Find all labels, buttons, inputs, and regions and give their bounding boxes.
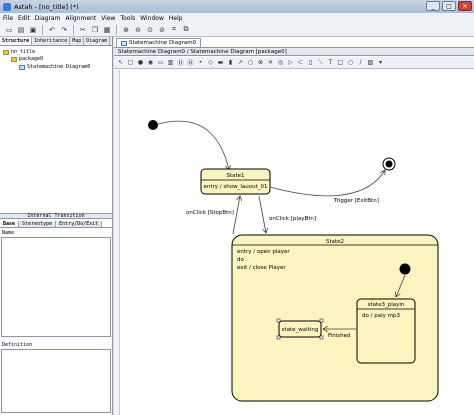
palette-toolbar: ↖ ▢ ● ◉ ▭ ▥ Ⓗ Ⓗ • ◇ ▬ ▮ ↗ ○ ⊗ ✕ ◎ ▷ ⊂ ▯ …	[114, 57, 474, 69]
note-tool-icon[interactable]: ▯	[306, 58, 315, 67]
breadcrumb: Statemachine Diagram0 / Statemachine Dia…	[114, 47, 474, 56]
submachine-tool-icon[interactable]: ▭	[156, 58, 165, 67]
fork-tool-icon[interactable]: ▬	[216, 58, 225, 67]
image-tool-icon[interactable]: ▨	[366, 58, 375, 67]
exit-point-tool-icon[interactable]: ⊗	[256, 58, 265, 67]
toolbar-separator	[73, 24, 74, 35]
title-bar: Astah - [no_title] (*) _ □ ✕	[0, 0, 474, 13]
menu-file[interactable]: File	[3, 15, 13, 22]
tree-diagram[interactable]: Statemachine Diagram0	[19, 64, 90, 70]
definition-field[interactable]	[1, 349, 111, 413]
undo-icon[interactable]: ↶	[47, 25, 57, 35]
menu-view[interactable]: View	[101, 15, 115, 22]
tree-root-label: no_title	[11, 49, 36, 55]
tree-root[interactable]: no_title	[3, 49, 35, 55]
save-icon[interactable]: ▣	[28, 25, 38, 35]
property-tabs: Base Stereotype Entry/Do/Exit	[0, 221, 112, 228]
menu-edit[interactable]: Edit	[18, 15, 30, 22]
zoom-fit-icon[interactable]: ⊙	[145, 25, 155, 35]
tree-package-label: package0	[19, 56, 44, 62]
menu-alignment[interactable]: Alignment	[65, 15, 96, 22]
line-tool-icon[interactable]: /	[356, 58, 365, 67]
copy-icon[interactable]: ❐	[90, 25, 100, 35]
main-toolbar: ▭ ▤ ▣ ↶ ↷ ✂ ❐ ▦ ⊕ ⊖ ⊙ ⊘ ⌗ ⧉	[0, 23, 474, 37]
window-title: Astah - [no_title] (*)	[14, 2, 79, 11]
diagram-tab-label: Statemachine Diagram0	[129, 40, 197, 46]
minimize-button[interactable]: _	[426, 1, 440, 11]
ellipse-tool-icon[interactable]: ○	[346, 58, 355, 67]
deep-history-tool-icon[interactable]: Ⓗ	[186, 58, 195, 67]
zoom-reset-icon[interactable]: ⊘	[157, 25, 167, 35]
diagram-area: Statemachine Diagram0 Statemachine Diagr…	[114, 37, 474, 415]
transition-tool-icon[interactable]: ↗	[236, 58, 245, 67]
entry-point-tool-icon[interactable]: ○	[246, 58, 255, 67]
properties-area	[1, 237, 111, 337]
grid-icon[interactable]: ⌗	[169, 25, 179, 35]
definition-label: Definition	[2, 342, 33, 348]
tab-stereotype[interactable]: Stereotype	[19, 221, 57, 227]
package-icon	[11, 56, 17, 62]
statemachine-diagram-icon	[19, 64, 25, 70]
internal-transition-header: Internal Transition	[0, 213, 112, 219]
tree-package[interactable]: package0	[11, 56, 43, 62]
tab-inheritance[interactable]: Inheritance	[32, 37, 71, 45]
final-state-tool-icon[interactable]: ◉	[146, 58, 155, 67]
zoom-in-icon[interactable]: ⊕	[121, 25, 131, 35]
toolbar-separator	[116, 24, 117, 35]
diagram-tab[interactable]: Statemachine Diagram0	[116, 38, 202, 47]
menu-window[interactable]: Window	[140, 15, 164, 22]
menu-tools[interactable]: Tools	[120, 15, 135, 22]
choice-tool-icon[interactable]: ◇	[206, 58, 215, 67]
menu-bar: File Edit Diagram Alignment View Tools W…	[0, 13, 474, 23]
text-tool-icon[interactable]: T	[326, 58, 335, 67]
window-controls: _ □ ✕	[426, 1, 472, 11]
tab-map[interactable]: Map	[70, 37, 85, 45]
stub-tool-icon[interactable]: ◎	[276, 58, 285, 67]
state-tool-icon[interactable]: ▢	[126, 58, 135, 67]
arrange-icon[interactable]: ⧉	[181, 25, 191, 35]
tab-base[interactable]: Base	[0, 221, 20, 227]
join-tool-icon[interactable]: ▮	[226, 58, 235, 67]
region-tool-icon[interactable]: ▥	[166, 58, 175, 67]
rectangle-tool-icon[interactable]: □	[336, 58, 345, 67]
left-panel: Structure Inheritance Map Diagram no_tit…	[0, 37, 113, 415]
close-button[interactable]: ✕	[458, 1, 472, 11]
menu-diagram[interactable]: Diagram	[35, 15, 61, 22]
action-tool-icon[interactable]: ⊂	[296, 58, 305, 67]
signal-tool-icon[interactable]: ▷	[286, 58, 295, 67]
tree-diagram-label: Statemachine Diagram0	[27, 64, 91, 70]
project-tree: no_title package0 Statemachine Diagram0	[0, 47, 112, 207]
menu-help[interactable]: Help	[169, 15, 183, 22]
project-icon	[3, 49, 9, 55]
maximize-button[interactable]: □	[442, 1, 456, 11]
junction-tool-icon[interactable]: •	[196, 58, 205, 67]
more-tools-icon[interactable]: ▾	[376, 58, 385, 67]
name-label: Name	[2, 230, 15, 236]
tab-entry-do-exit[interactable]: Entry/Do/Exit	[56, 221, 103, 227]
zoom-out-icon[interactable]: ⊖	[133, 25, 143, 35]
vertical-ruler	[114, 70, 120, 415]
tab-diagram[interactable]: Diagram	[84, 37, 111, 45]
redo-icon[interactable]: ↷	[59, 25, 69, 35]
anchor-tool-icon[interactable]: ⟍	[316, 58, 325, 67]
statemachine-diagram-icon	[121, 40, 127, 46]
app-icon	[3, 2, 11, 11]
initial-state-tool-icon[interactable]: ●	[136, 58, 145, 67]
terminate-tool-icon[interactable]: ✕	[266, 58, 275, 67]
tab-structure[interactable]: Structure	[0, 37, 33, 45]
new-icon[interactable]: ▭	[4, 25, 14, 35]
toolbar-separator	[42, 24, 43, 35]
left-tabs: Structure Inheritance Map Diagram	[0, 37, 112, 46]
open-icon[interactable]: ▤	[16, 25, 26, 35]
cut-icon[interactable]: ✂	[78, 25, 88, 35]
select-tool-icon[interactable]: ↖	[116, 58, 125, 67]
paste-icon[interactable]: ▦	[102, 25, 112, 35]
history-tool-icon[interactable]: Ⓗ	[176, 58, 185, 67]
